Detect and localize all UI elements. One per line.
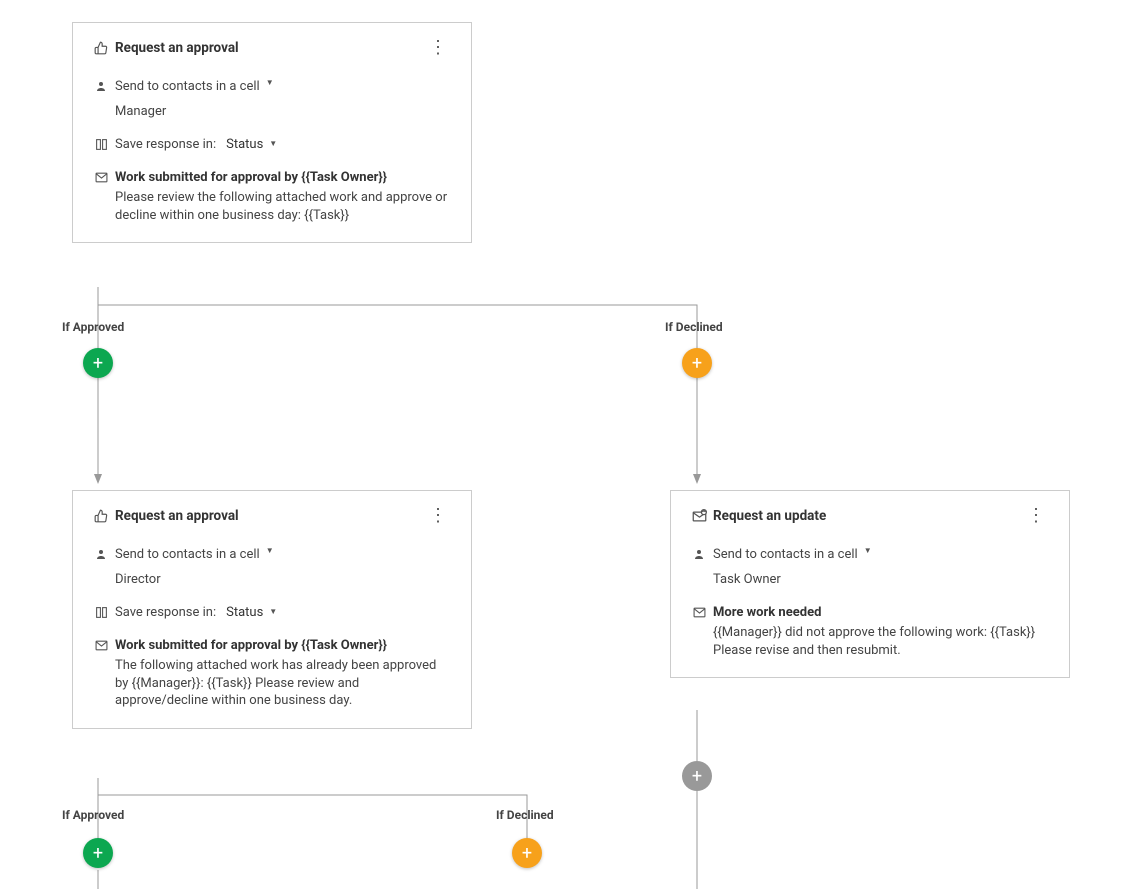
card-title: Request an update	[713, 508, 1023, 524]
save-response-dropdown[interactable]: Save response in: Status ▼	[93, 605, 451, 620]
chevron-down-icon: ▼	[269, 607, 277, 616]
update-icon	[691, 509, 707, 524]
mail-icon	[691, 606, 707, 619]
recipient-value: Task Owner	[713, 572, 1049, 587]
chevron-down-icon: ▼	[864, 546, 872, 555]
branch-label-declined: If Declined	[665, 320, 723, 334]
add-step-approved-button[interactable]: +	[83, 348, 113, 378]
person-icon	[93, 548, 109, 560]
branch-label-approved: If Approved	[62, 320, 124, 334]
recipient-value: Director	[115, 572, 451, 587]
more-icon[interactable]: ⋮	[425, 507, 451, 525]
add-step-declined-button[interactable]: +	[682, 348, 712, 378]
branch-label-declined: If Declined	[496, 808, 554, 822]
message-subject: More work needed	[713, 605, 821, 620]
message-body: {{Manager}} did not approve the followin…	[713, 624, 1049, 659]
card-title: Request an approval	[115, 508, 425, 524]
connector-lines	[0, 0, 1148, 889]
add-step-approved-button[interactable]: +	[83, 838, 113, 868]
add-step-declined-button[interactable]: +	[512, 838, 542, 868]
card-request-approval-director[interactable]: Request an approval ⋮ Send to contacts i…	[72, 490, 472, 729]
add-step-button[interactable]: +	[682, 761, 712, 791]
mail-icon	[93, 639, 109, 652]
send-to-dropdown[interactable]: Send to contacts in a cell ▼	[691, 547, 1049, 562]
message-subject: Work submitted for approval by {{Task Ow…	[115, 638, 387, 653]
send-to-dropdown[interactable]: Send to contacts in a cell ▼	[93, 547, 451, 562]
columns-icon	[93, 606, 109, 619]
person-icon	[691, 548, 707, 560]
card-request-update[interactable]: Request an update ⋮ Send to contacts in …	[670, 490, 1070, 678]
more-icon[interactable]: ⋮	[1023, 507, 1049, 525]
message-body: The following attached work has already …	[115, 657, 451, 710]
chevron-down-icon: ▼	[266, 546, 274, 555]
branch-label-approved: If Approved	[62, 808, 124, 822]
thumbs-up-icon	[93, 509, 109, 523]
